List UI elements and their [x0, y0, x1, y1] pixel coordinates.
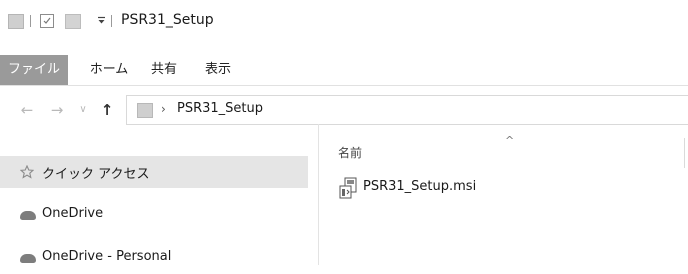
- customize-dropdown-icon[interactable]: [97, 16, 106, 25]
- recent-locations-icon[interactable]: ∨: [76, 100, 90, 120]
- address-bar[interactable]: › PSR31_Setup: [126, 95, 688, 125]
- sidebar-item-label: クイック アクセス: [42, 167, 150, 182]
- list-item[interactable]: PSR31_Setup.msi: [333, 175, 633, 201]
- msi-installer-icon: [339, 177, 357, 199]
- column-header-name[interactable]: 名前: [338, 144, 362, 161]
- back-arrow-icon[interactable]: ←: [16, 100, 38, 120]
- sidebar-item-quick-access[interactable]: クイック アクセス: [0, 156, 308, 188]
- toolbar-separator: [30, 15, 31, 27]
- tab-file[interactable]: ファイル: [0, 55, 68, 85]
- sidebar-item-label: OneDrive: [42, 206, 104, 221]
- toolbar-separator: [111, 15, 112, 27]
- tab-view[interactable]: 表示: [200, 55, 236, 85]
- new-folder-icon[interactable]: [65, 14, 81, 29]
- properties-icon[interactable]: [40, 14, 54, 28]
- sidebar-item-label: OneDrive - Personal: [42, 249, 172, 264]
- tab-share[interactable]: 共有: [146, 55, 182, 85]
- up-arrow-icon[interactable]: ↑: [96, 100, 118, 120]
- breadcrumb[interactable]: PSR31_Setup: [177, 101, 263, 116]
- file-name: PSR31_Setup.msi: [363, 179, 477, 194]
- sidebar-item-onedrive-personal[interactable]: OneDrive - Personal: [0, 242, 308, 274]
- breadcrumb-chevron-icon[interactable]: ›: [161, 102, 166, 116]
- cloud-icon: [20, 254, 36, 263]
- sidebar-item-onedrive[interactable]: OneDrive: [0, 199, 308, 231]
- forward-arrow-icon[interactable]: →: [46, 100, 68, 120]
- navigation-pane: クイック アクセス OneDrive OneDrive - Personal: [0, 124, 319, 265]
- folder-icon: [8, 14, 24, 29]
- window-title: PSR31_Setup: [121, 12, 214, 28]
- cloud-icon: [20, 211, 36, 220]
- tab-home[interactable]: ホーム: [86, 55, 132, 85]
- star-icon: [20, 165, 34, 179]
- folder-icon: [137, 103, 153, 118]
- title-bar: PSR31_Setup: [0, 0, 688, 38]
- ribbon-tabs: ファイル ホーム 共有 表示: [0, 55, 688, 86]
- column-divider[interactable]: [684, 138, 685, 168]
- sort-ascending-icon[interactable]: ^: [505, 134, 514, 147]
